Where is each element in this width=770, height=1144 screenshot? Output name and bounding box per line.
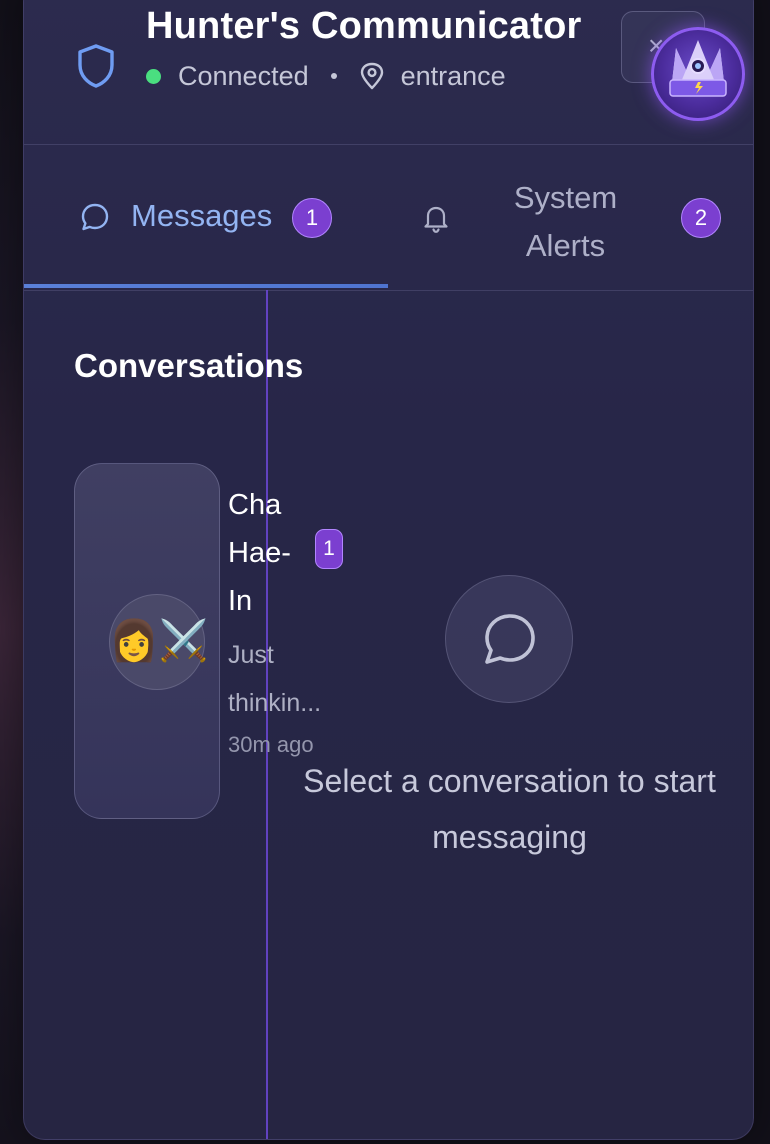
communicator-panel: Hunter's Communicator Connected entrance… — [23, 0, 754, 1140]
message-preview: Just thinkin... — [228, 641, 322, 717]
header: Hunter's Communicator Connected entrance… — [24, 1, 753, 145]
tab-bar: Messages 1 System Alerts 2 — [24, 144, 753, 291]
tab-messages-label: Messages — [131, 198, 273, 233]
current-location: entrance — [400, 60, 506, 91]
empty-state-message: Select a conversation to start messaging — [303, 763, 716, 855]
avatar-emoji: 👩⚔️ — [109, 619, 209, 663]
tab-system-alerts[interactable]: System Alerts 2 — [388, 144, 753, 290]
connection-status-dot — [146, 68, 161, 84]
tab-messages[interactable]: Messages 1 — [24, 144, 388, 290]
crown-icon — [669, 40, 727, 97]
conversation-item[interactable]: 👩⚔️ — [74, 463, 220, 819]
messages-count-badge: 1 — [292, 198, 332, 238]
location-pin-icon — [360, 62, 383, 90]
shield-icon — [78, 44, 114, 88]
separator-dot — [330, 73, 337, 79]
conversations-heading: Conversations — [74, 347, 304, 384]
unread-badge: 1 — [315, 529, 343, 569]
contact-name[interactable]: Cha Hae-In — [228, 481, 308, 625]
bell-icon — [424, 206, 448, 233]
avatar: 👩⚔️ — [109, 594, 209, 690]
chat-bubble-icon — [81, 203, 109, 231]
monarch-crown-avatar[interactable] — [651, 27, 745, 121]
tab-system-alerts-label: System Alerts — [513, 180, 618, 263]
empty-state-icon-circle — [445, 575, 573, 703]
chat-bubble-icon — [485, 614, 535, 664]
status-row: Connected entrance — [146, 59, 506, 93]
connection-status: Connected — [178, 60, 309, 91]
alerts-count-badge: 2 — [681, 198, 721, 238]
active-tab-indicator — [24, 284, 388, 288]
app-title: Hunter's Communicator — [146, 5, 582, 47]
